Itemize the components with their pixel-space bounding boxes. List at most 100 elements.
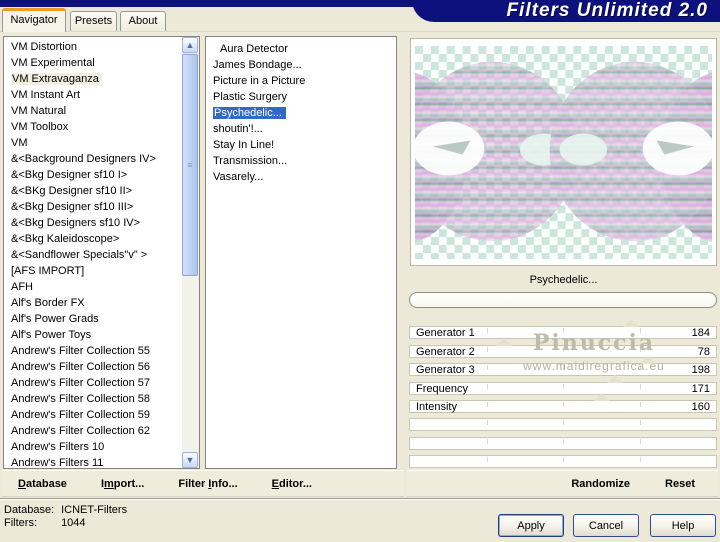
- tab-about[interactable]: About: [120, 11, 166, 32]
- category-item[interactable]: &<Bkg Designer sf10 III>: [11, 199, 181, 215]
- category-item[interactable]: VM Experimental: [11, 55, 181, 71]
- slider-tick: [486, 384, 488, 389]
- slider-tick: [563, 402, 564, 407]
- category-item[interactable]: VM Distortion: [11, 39, 181, 55]
- slider-tick: [486, 420, 488, 425]
- slider-row[interactable]: Generator 2 78: [409, 338, 717, 358]
- filter-list[interactable]: Aura Detector James Bondage... Picture in …: [205, 36, 397, 469]
- tab-presets[interactable]: Presets: [70, 11, 117, 32]
- status-filters-label: Filters:: [4, 517, 37, 529]
- category-item[interactable]: VM: [11, 135, 181, 151]
- category-item[interactable]: Andrew's Filter Collection 56: [11, 359, 181, 375]
- filter-item[interactable]: shoutin'!...: [213, 121, 392, 137]
- slider-row[interactable]: Frequency 171: [409, 375, 717, 395]
- slider-tick: [563, 420, 564, 425]
- menu-item-randomize[interactable]: Randomize: [571, 478, 630, 490]
- category-item[interactable]: &<Background Designers IV>: [11, 151, 181, 167]
- slider-tick: [639, 365, 641, 370]
- slider-tick: [639, 420, 641, 425]
- slider-value: 78: [697, 346, 710, 358]
- filter-item[interactable]: Psychedelic...: [213, 105, 392, 121]
- slider-tick: [486, 402, 488, 407]
- category-item[interactable]: Andrew's Filter Collection 59: [11, 407, 181, 423]
- menu-item-editor[interactable]: Editor...: [272, 478, 312, 490]
- category-item[interactable]: &<Bkg Designer sf10 I>: [11, 167, 181, 183]
- slider-row[interactable]: Generator 3 198: [409, 356, 717, 376]
- category-item[interactable]: &<Sandflower Specials"v" >: [11, 247, 181, 263]
- status-divider: [0, 498, 720, 500]
- category-item[interactable]: Alf's Border FX: [11, 295, 181, 311]
- category-item[interactable]: VM Instant Art: [11, 87, 181, 103]
- slider-tick: [563, 439, 564, 444]
- slider-value: 184: [691, 327, 710, 339]
- slider-row-empty: [409, 455, 717, 468]
- slider-tick: [639, 402, 641, 407]
- filter-item[interactable]: Aura Detector: [213, 41, 392, 57]
- tab-baseline: [0, 31, 720, 32]
- slider-thumb-triangle[interactable]: [639, 356, 656, 364]
- slider-label: Generator 3: [416, 364, 475, 376]
- slider-tick: [639, 347, 641, 352]
- category-item[interactable]: &<BKg Designer sf10 II>: [11, 183, 181, 199]
- cancel-button[interactable]: Cancel: [573, 514, 639, 537]
- bottom-menu-right: Randomize Reset: [407, 470, 718, 497]
- slider-tick: [563, 347, 564, 352]
- category-item[interactable]: VM Extravaganza: [11, 71, 181, 87]
- scrollbar-thumb[interactable]: ≡: [182, 54, 198, 276]
- help-button[interactable]: Help: [650, 514, 716, 537]
- slider-thumb-triangle[interactable]: [495, 338, 512, 346]
- menu-item-reset[interactable]: Reset: [665, 478, 695, 490]
- menu-item-database[interactable]: Database: [18, 478, 67, 490]
- slider-value: 198: [691, 364, 710, 376]
- progress-bar: [409, 292, 717, 308]
- category-item[interactable]: Andrew's Filter Collection 55: [11, 343, 181, 359]
- category-item[interactable]: &<Bkg Designers sf10 IV>: [11, 215, 181, 231]
- status-database-value: ICNET-Filters: [61, 504, 128, 516]
- filters-unlimited-dialog: Filters Unlimited 2.0 Navigator Presets …: [0, 0, 720, 542]
- slider-label: Intensity: [416, 401, 457, 413]
- category-item[interactable]: Andrew's Filter Collection 57: [11, 375, 181, 391]
- category-item[interactable]: Alf's Power Grads: [11, 311, 181, 327]
- category-list[interactable]: VM Distortion VM Experimental VM Extravaga…: [3, 36, 200, 469]
- category-item[interactable]: [AFS IMPORT]: [11, 263, 181, 279]
- status-database-label: Database:: [4, 504, 55, 516]
- menu-item-import[interactable]: Import...: [101, 478, 144, 490]
- category-item[interactable]: Alf's Power Toys: [11, 327, 181, 343]
- slider-label: Generator 1: [416, 327, 475, 339]
- category-item[interactable]: AFH: [11, 279, 181, 295]
- scroll-up-icon[interactable]: ▲: [182, 37, 198, 53]
- apply-button[interactable]: Apply: [498, 514, 564, 537]
- slider-tick: [639, 439, 641, 444]
- slider-thumb-triangle[interactable]: [622, 319, 639, 327]
- category-item[interactable]: &<Bkg Kaleidoscope>: [11, 231, 181, 247]
- slider-tick: [639, 384, 641, 389]
- slider-tick: [639, 328, 641, 333]
- slider-tick: [486, 347, 488, 352]
- category-item[interactable]: VM Toolbox: [11, 119, 181, 135]
- slider-row[interactable]: Generator 1 184: [409, 319, 717, 339]
- slider-tick: [486, 365, 488, 370]
- category-item[interactable]: Andrew's Filters 11: [11, 455, 181, 468]
- bottom-menu-left: Database Import... Filter Info... Editor...: [2, 470, 404, 497]
- filter-item[interactable]: Vasarely...: [213, 169, 392, 185]
- category-scrollbar[interactable]: ▲ ≡ ▼: [182, 37, 199, 468]
- status-filters-value: 1044: [61, 517, 86, 529]
- category-item[interactable]: Andrew's Filter Collection 62: [11, 423, 181, 439]
- filter-item[interactable]: James Bondage...: [213, 57, 392, 73]
- slider-row[interactable]: Intensity 160: [409, 393, 717, 413]
- status-database: Database: ICNET-Filters: [4, 504, 127, 516]
- menu-item-filter-info[interactable]: Filter Info...: [178, 478, 237, 490]
- filter-item[interactable]: Plastic Surgery: [213, 89, 392, 105]
- category-item[interactable]: Andrew's Filters 10: [11, 439, 181, 455]
- tab-navigator[interactable]: Navigator: [2, 8, 66, 32]
- slider-label: Generator 2: [416, 346, 475, 358]
- filter-item[interactable]: Transmission...: [213, 153, 392, 169]
- slider-thumb-triangle[interactable]: [607, 375, 624, 383]
- slider-tick: [563, 384, 564, 389]
- category-item[interactable]: Andrew's Filter Collection 58: [11, 391, 181, 407]
- slider-thumb-triangle[interactable]: [594, 393, 610, 401]
- filter-item[interactable]: Stay In Line!: [213, 137, 392, 153]
- category-item[interactable]: VM Natural: [11, 103, 181, 119]
- filter-item[interactable]: Picture in a Picture: [213, 73, 392, 89]
- scroll-down-icon[interactable]: ▼: [182, 452, 198, 468]
